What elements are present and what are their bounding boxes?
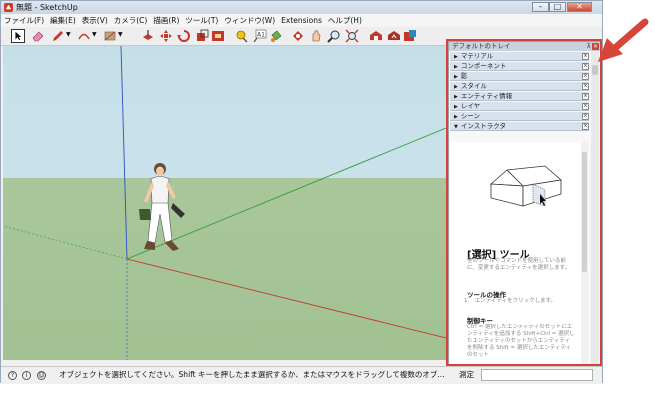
orbit-icon[interactable] — [291, 29, 305, 43]
blue-axis-line — [120, 46, 128, 260]
menu-draw[interactable]: 描画(R) — [150, 14, 182, 27]
menu-camera[interactable]: カメラ(C) — [111, 14, 151, 27]
sketchup-app-icon — [4, 3, 13, 12]
minimize-button[interactable]: – — [532, 2, 549, 12]
status-hint: オブジェクトを選択してください。Shift キーを押したまま選択するか、またはマ… — [59, 370, 445, 379]
eraser-icon[interactable] — [31, 29, 45, 43]
tray-highlight-frame — [446, 39, 602, 366]
paint-bucket-icon[interactable] — [269, 29, 283, 43]
measurements-input[interactable] — [481, 369, 593, 381]
text-icon[interactable]: A1 — [253, 29, 267, 43]
model-scene — [3, 46, 446, 360]
menu-window[interactable]: ウィンドウ(W) — [221, 14, 278, 27]
shape-dropdown-icon[interactable]: ▼ — [118, 31, 123, 38]
menu-view[interactable]: 表示(V) — [79, 14, 111, 27]
rectangle-icon[interactable] — [103, 29, 117, 43]
geo-location-icon[interactable]: ? — [8, 371, 17, 380]
arc-icon[interactable] — [77, 29, 91, 43]
zoom-icon[interactable] — [327, 29, 341, 43]
menu-file[interactable]: ファイル(F) — [1, 14, 47, 27]
pencil-dropdown-icon[interactable]: ▼ — [66, 31, 71, 38]
pencil-icon[interactable] — [51, 29, 65, 43]
red-axis-line — [126, 258, 446, 339]
extension-warehouse-icon[interactable] — [403, 29, 417, 43]
menu-bar: ファイル(F) 編集(E) 表示(V) カメラ(C) 描画(R) ツール(T) ウィンドウ(… — [1, 14, 602, 27]
offset-icon[interactable] — [211, 29, 225, 43]
menu-tools[interactable]: ツール(T) — [182, 14, 221, 27]
tape-measure-icon[interactable] — [235, 29, 249, 43]
credits-icon[interactable]: i — [22, 371, 31, 380]
move-icon[interactable] — [159, 29, 173, 43]
share-model-icon[interactable] — [387, 29, 401, 43]
title-bar: 無題 - SketchUp – □ ✕ — [1, 1, 602, 14]
pan-icon[interactable] — [309, 29, 323, 43]
svg-text:A1: A1 — [257, 32, 265, 39]
select-icon[interactable] — [11, 29, 25, 43]
push-pull-icon[interactable] — [141, 29, 155, 43]
close-button[interactable]: ✕ — [567, 2, 592, 12]
window-title: 無題 - SketchUp — [16, 3, 78, 12]
green-axis-dotted — [3, 225, 128, 260]
maximize-button[interactable]: □ — [549, 2, 566, 12]
menu-help[interactable]: ヘルプ(H) — [325, 14, 365, 27]
menu-edit[interactable]: 編集(E) — [47, 14, 79, 27]
zoom-extents-icon[interactable] — [345, 29, 359, 43]
menu-extensions[interactable]: Extensions — [278, 14, 325, 27]
arc-dropdown-icon[interactable]: ▼ — [92, 31, 97, 38]
rotate-icon[interactable] — [177, 29, 191, 43]
warehouse-icon[interactable] — [369, 29, 383, 43]
measurements-label: 測定 — [459, 370, 474, 379]
drawing-area[interactable] — [3, 46, 446, 360]
user-icon[interactable]: ☺ — [37, 371, 46, 380]
green-axis-line — [126, 127, 446, 260]
annotation-arrow-icon — [598, 18, 649, 62]
scale-icon[interactable] — [195, 29, 209, 43]
status-bar: ? i ☺ オブジェクトを選択してください。Shift キーを押したまま選択する… — [1, 366, 602, 384]
